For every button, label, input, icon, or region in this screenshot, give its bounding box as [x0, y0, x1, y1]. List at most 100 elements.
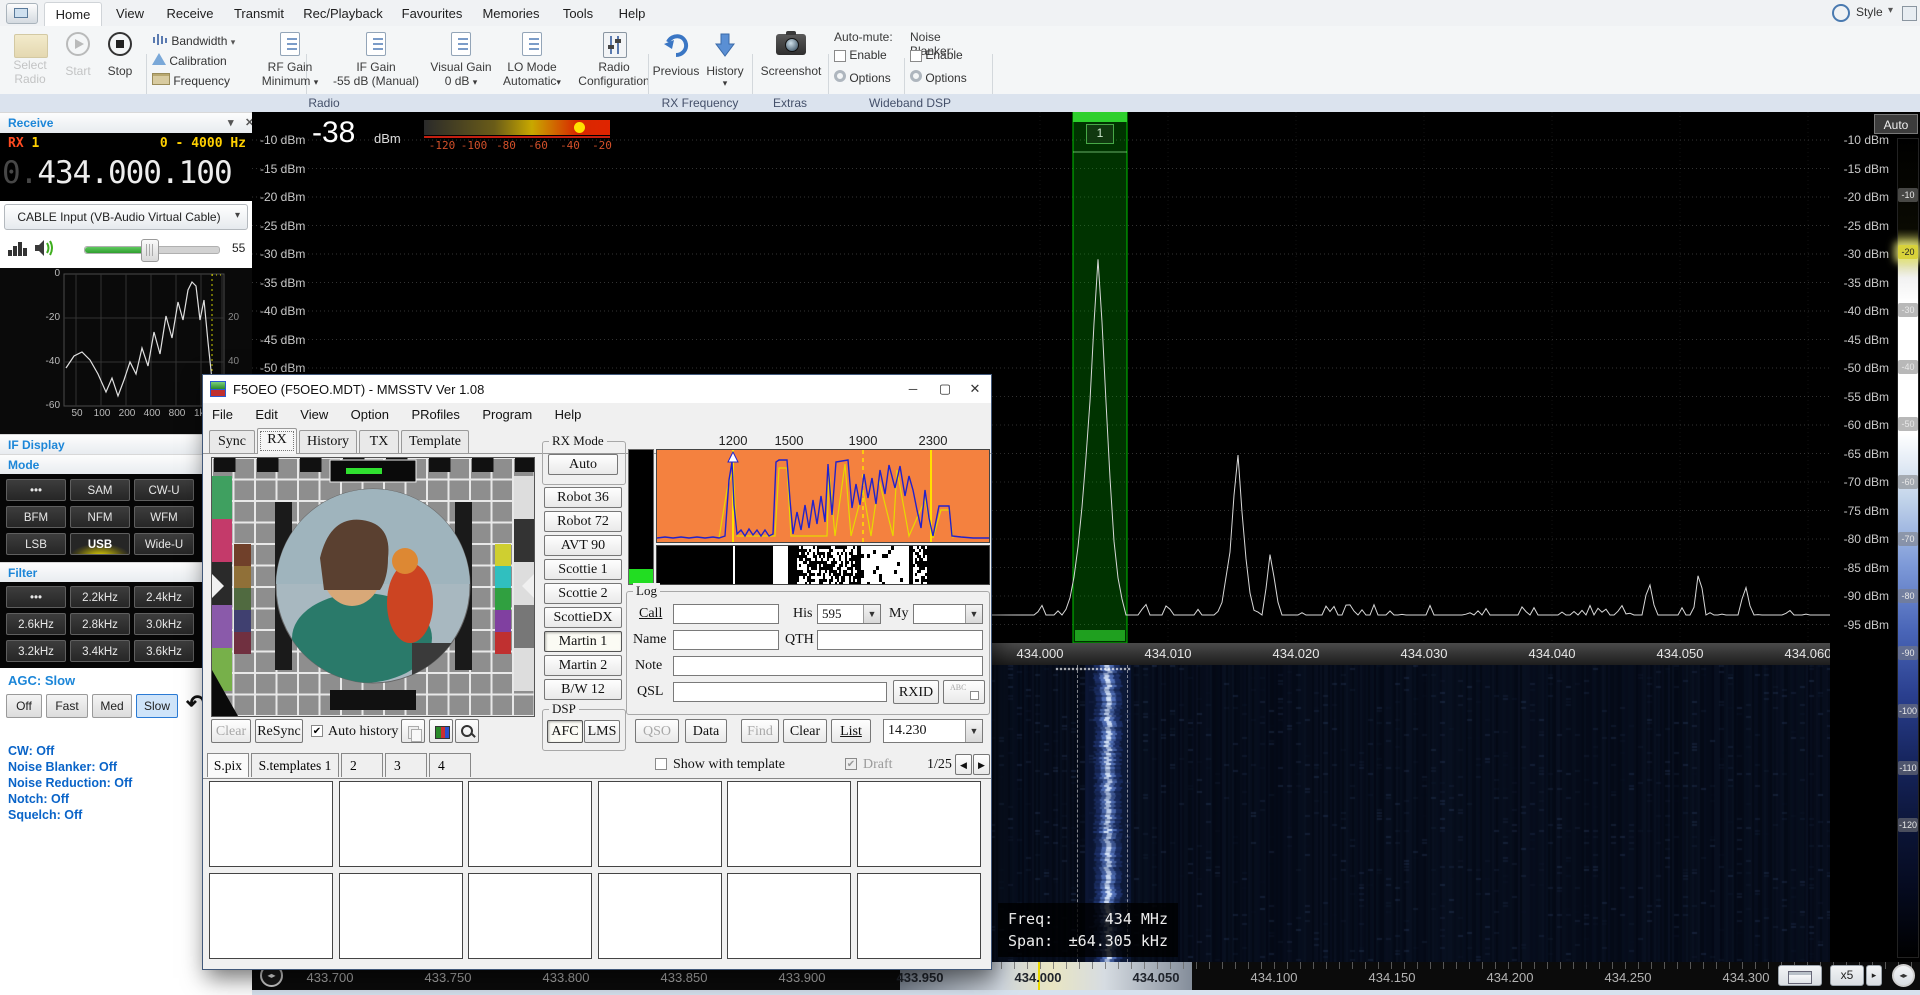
template-thumbnail[interactable]: [727, 781, 851, 867]
filter-button-3-6[interactable]: 3.6kHz: [134, 640, 194, 662]
lms-button[interactable]: LMS: [584, 720, 620, 743]
filter-button-3-4[interactable]: 3.4kHz: [70, 640, 130, 662]
menu-program[interactable]: Program: [473, 403, 541, 427]
legend-level-chip[interactable]: -120: [1898, 818, 1918, 832]
legend-level-chip[interactable]: -80: [1898, 589, 1918, 603]
style-menu[interactable]: Style: [1856, 5, 1883, 19]
chevron-down-icon[interactable]: ▼: [863, 605, 880, 623]
tab-rx[interactable]: RX: [257, 428, 297, 454]
refresh-icon[interactable]: [1832, 4, 1850, 22]
name-input[interactable]: [673, 630, 779, 650]
calibration-menu[interactable]: Calibration: [152, 52, 227, 71]
rx-mode-robot36[interactable]: Robot 36: [544, 487, 622, 508]
rxid-button[interactable]: RXID: [893, 680, 939, 704]
auto-scale-button[interactable]: Auto: [1874, 114, 1918, 134]
equalizer-icon[interactable]: [8, 240, 28, 256]
legend-level-chip[interactable]: -20: [1898, 245, 1918, 259]
note-input[interactable]: [673, 656, 983, 676]
app-window-icon[interactable]: [6, 3, 38, 24]
rf-gain-dropdown[interactable]: RF Gain Minimum ▾: [252, 30, 328, 92]
minimize-button[interactable]: ─: [897, 375, 929, 403]
mode-button-lsb[interactable]: LSB: [6, 533, 66, 555]
audio-device-select[interactable]: CABLE Input (VB-Audio Virtual Cable) ▾: [4, 204, 248, 230]
agc-button-fast[interactable]: Fast: [46, 694, 88, 718]
style-dropdown-icon[interactable]: ▾: [1888, 5, 1893, 16]
data-button[interactable]: Data: [685, 719, 727, 743]
rx-mode-martin1[interactable]: Martin 1: [544, 631, 622, 652]
filter-button-more[interactable]: •••: [6, 586, 66, 608]
template-thumbnail[interactable]: [598, 873, 722, 959]
close-button[interactable]: ✕: [959, 375, 991, 403]
noise-blanker-options-button[interactable]: Options: [910, 70, 967, 85]
noise-blanker-enable-checkbox[interactable]: Enable: [910, 48, 963, 62]
lo-mode-dropdown[interactable]: LO Mode Automatic▾: [498, 30, 566, 92]
prev-page-button[interactable]: ◀: [955, 754, 972, 775]
ribbon-tab-home[interactable]: Home: [44, 2, 102, 27]
mode-button-cwu[interactable]: CW-U: [134, 479, 194, 501]
visual-gain-dropdown[interactable]: Visual Gain 0 dB ▾: [426, 30, 496, 92]
filter-button-2-4[interactable]: 2.4kHz: [134, 586, 194, 608]
find-button[interactable]: Find: [741, 719, 779, 743]
status-cw[interactable]: CW: Off: [8, 744, 54, 758]
menu-help[interactable]: Help: [546, 403, 591, 427]
screenshot-button[interactable]: Screenshot: [758, 30, 824, 92]
mmsstv-titlebar[interactable]: F5OEO (F5OEO.MDT) - MMSSTV Ver 1.08 ─ ▢ …: [203, 375, 991, 404]
frequency-display[interactable]: RX 1 0 - 4000 Hz 0.434.000.100: [0, 133, 252, 201]
ribbon-tab-favourites[interactable]: Favourites: [394, 2, 470, 26]
collapse-icon[interactable]: ▾: [228, 113, 234, 133]
legend-level-chip[interactable]: -10: [1898, 188, 1918, 202]
template-thumbnail[interactable]: [468, 873, 592, 959]
ribbon-tab-rec-playback[interactable]: Rec/Playback: [296, 2, 390, 26]
mmsstv-window[interactable]: F5OEO (F5OEO.MDT) - MMSSTV Ver 1.08 ─ ▢ …: [202, 374, 992, 970]
rx-channel-badge[interactable]: 1: [1086, 124, 1114, 144]
pin-window-icon[interactable]: [1902, 6, 1917, 21]
agc-button-off[interactable]: Off: [6, 694, 42, 718]
mode-button-nfm[interactable]: NFM: [70, 506, 130, 528]
tab-tx[interactable]: TX: [359, 430, 399, 453]
log-clear-button[interactable]: Clear: [783, 719, 827, 743]
tab-stemplates3[interactable]: 3: [385, 753, 427, 777]
mode-button-usb[interactable]: USB: [70, 533, 130, 555]
select-radio-button[interactable]: SelectRadio: [6, 30, 54, 92]
template-thumbnail[interactable]: [857, 781, 981, 867]
rx-mode-scottie2[interactable]: Scottie 2: [544, 583, 622, 604]
sstv-spectrum[interactable]: [656, 449, 990, 543]
filter-button-3-2[interactable]: 3.2kHz: [6, 640, 66, 662]
tab-stemplates4[interactable]: 4: [429, 753, 471, 777]
qso-button[interactable]: QSO: [635, 719, 679, 743]
legend-level-chip[interactable]: -70: [1898, 532, 1918, 546]
magnifier-button[interactable]: [455, 719, 479, 743]
afc-button[interactable]: AFC: [547, 720, 583, 743]
keyboard-entry-button[interactable]: [1778, 965, 1822, 986]
rx-mode-auto-button[interactable]: Auto: [548, 454, 618, 475]
auto-mute-options-button[interactable]: Options: [834, 70, 891, 85]
tab-stemplates2[interactable]: 2: [341, 753, 383, 777]
tab-sync[interactable]: Sync: [209, 430, 255, 453]
status-squelch[interactable]: Squelch: Off: [8, 808, 82, 822]
his-select[interactable]: 595▼: [817, 604, 881, 624]
qth-input[interactable]: [817, 630, 983, 650]
ribbon-tab-tools[interactable]: Tools: [552, 2, 604, 26]
agc-label[interactable]: AGC: Slow: [8, 673, 75, 688]
auto-history-checkbox[interactable]: ✔: [311, 725, 323, 737]
picture-button[interactable]: [429, 719, 453, 743]
ribbon-tab-receive[interactable]: Receive: [158, 2, 222, 26]
volume-slider-handle[interactable]: [141, 239, 159, 262]
sstv-received-image[interactable]: [211, 457, 535, 717]
template-thumbnail[interactable]: [209, 781, 333, 867]
call-input[interactable]: [673, 604, 779, 624]
status-noise-reduction[interactable]: Noise Reduction: Off: [8, 776, 132, 790]
speaker-icon[interactable]: [34, 238, 58, 258]
ribbon-tab-memories[interactable]: Memories: [474, 2, 548, 26]
start-button[interactable]: Start: [58, 30, 98, 92]
filter-button-3-0[interactable]: 3.0kHz: [134, 613, 194, 635]
ribbon-tab-help[interactable]: Help: [608, 2, 656, 26]
ribbon-tab-view[interactable]: View: [106, 2, 154, 26]
rx-mode-martin2[interactable]: Martin 2: [544, 655, 622, 676]
pan-right-button[interactable]: ◂▸: [1892, 964, 1915, 987]
tab-spix[interactable]: S.pix: [207, 753, 249, 777]
mode-button-more[interactable]: •••: [6, 479, 66, 501]
template-thumbnail[interactable]: [727, 873, 851, 959]
legend-level-chip[interactable]: -30: [1898, 303, 1918, 317]
filter-button-2-8[interactable]: 2.8kHz: [70, 613, 130, 635]
